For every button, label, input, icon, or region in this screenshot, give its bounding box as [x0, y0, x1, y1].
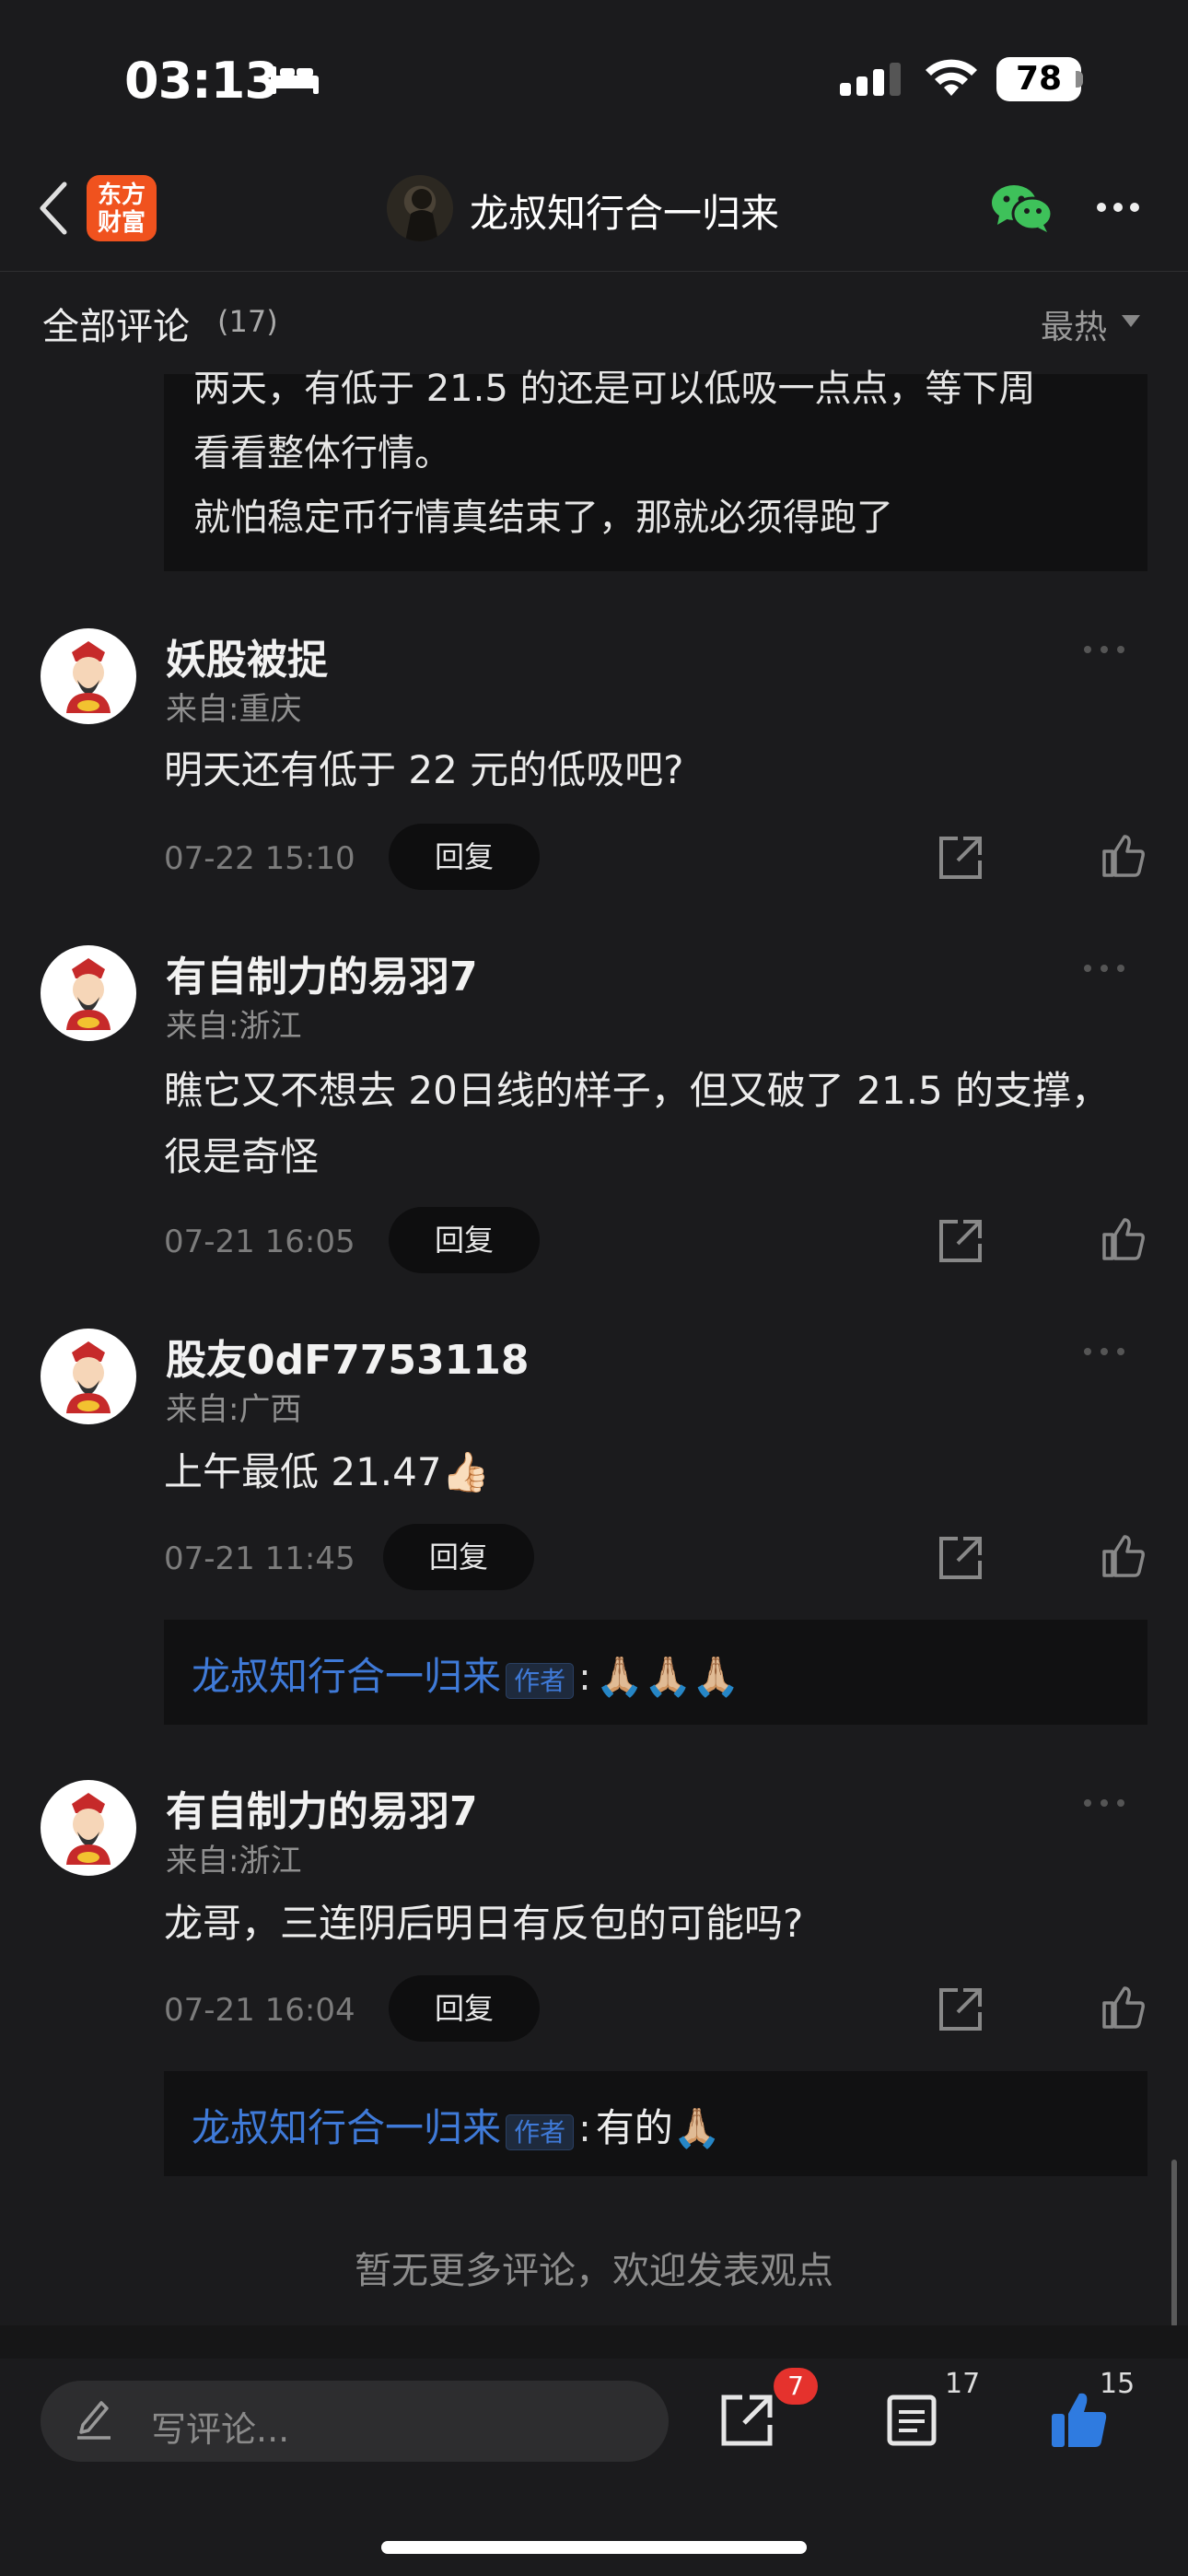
comment-time: 07-21 16:05 — [164, 1224, 355, 1260]
more-icon[interactable] — [1083, 645, 1125, 654]
like-icon[interactable] — [1101, 1216, 1147, 1262]
reply-button[interactable]: 回复 — [389, 1207, 540, 1273]
comment-username[interactable]: 有自制力的易羽7 — [166, 1778, 478, 1837]
wifi-icon — [926, 59, 977, 96]
avatar[interactable] — [41, 628, 136, 724]
comment-location: 来自:浙江 — [166, 1843, 302, 1879]
comment-time: 07-22 15:10 — [164, 840, 355, 877]
battery-tip — [1076, 71, 1083, 88]
reply-button[interactable]: 回复 — [389, 1975, 540, 2042]
silhouette-icon — [405, 189, 438, 241]
caishen-avatar-icon — [66, 1341, 111, 1413]
list-icon[interactable] — [886, 2394, 938, 2447]
avatar[interactable] — [41, 945, 136, 1041]
author-reply-box[interactable]: 龙叔知行合一归来 作者 : 🙏🏼🙏🏼🙏🏼 — [164, 1620, 1147, 1725]
comment-text: 明天还有低于 22 元的低吸吧? — [164, 747, 684, 792]
home-indicator[interactable] — [381, 2541, 807, 2554]
wechat-icon[interactable] — [990, 182, 1054, 234]
share-badge: 7 — [774, 2368, 818, 2405]
cellular-icon — [840, 63, 901, 96]
back-icon[interactable] — [37, 181, 70, 236]
comment-text: 瞧它又不想去 20日线的样子，但又破了 21.5 的支撑， — [164, 1068, 1111, 1113]
reply-author[interactable]: 龙叔知行合一归来 — [192, 2105, 501, 2150]
comment-location: 来自:广西 — [166, 1391, 302, 1428]
like-icon[interactable] — [1101, 1985, 1147, 2031]
comments-count: (17) — [217, 304, 278, 339]
comment-input[interactable] — [41, 2381, 669, 2462]
comment-time: 07-21 11:45 — [164, 1540, 355, 1577]
comment-placeholder[interactable]: 写评论... — [151, 2401, 289, 2452]
bed-icon — [271, 66, 319, 94]
battery-level: 78 — [996, 57, 1081, 101]
share-icon[interactable] — [938, 1218, 984, 1264]
author-badge: 作者 — [506, 1663, 575, 1699]
comment-username[interactable]: 股友0dF7753118 — [166, 1327, 529, 1386]
avatar[interactable] — [41, 1780, 136, 1876]
no-more-comments: 暂无更多评论，欢迎发表观点 — [355, 2250, 833, 2292]
avatar[interactable] — [41, 1329, 136, 1424]
like-icon[interactable] — [1101, 833, 1147, 879]
comment-location: 来自:浙江 — [166, 1008, 302, 1045]
comment-count: 17 — [945, 2368, 981, 2400]
more-icon[interactable] — [1083, 1798, 1125, 1808]
like-count: 15 — [1100, 2368, 1136, 2400]
share-icon[interactable] — [938, 1535, 984, 1581]
app-logo[interactable]: 东方 财富 — [87, 175, 157, 241]
reply-text: 有的🙏🏼 — [595, 2105, 722, 2150]
caishen-avatar-icon — [66, 1793, 111, 1865]
author-avatar[interactable] — [387, 175, 453, 241]
reply-colon: : — [578, 1657, 591, 1699]
like-icon[interactable] — [1101, 1533, 1147, 1579]
comment-time: 07-21 16:04 — [164, 1992, 355, 2029]
more-icon[interactable] — [1083, 1347, 1125, 1356]
caishen-avatar-icon — [66, 958, 111, 1030]
more-icon[interactable] — [1083, 964, 1125, 973]
scrollbar[interactable] — [1171, 2160, 1177, 2327]
comment-username[interactable]: 妖股被捉 — [166, 626, 328, 685]
comment-text: 很是奇怪 — [164, 1134, 320, 1179]
reply-colon: : — [578, 2108, 591, 2150]
author-badge: 作者 — [506, 2114, 575, 2150]
reply-button[interactable]: 回复 — [383, 1524, 534, 1590]
quoted-line: 看看整体行情。 — [193, 432, 451, 474]
sort-dropdown[interactable]: 最热 — [1041, 300, 1107, 348]
quoted-line: 两天，有低于 21.5 的还是可以低吸一点点，等下周 — [193, 368, 1036, 410]
comment-username[interactable]: 有自制力的易羽7 — [166, 943, 478, 1002]
reply-button[interactable]: 回复 — [389, 824, 540, 890]
quoted-line: 就怕稳定币行情真结束了，那就必须得跑了 — [193, 497, 893, 539]
nav-divider — [0, 271, 1188, 272]
comment-location: 来自:重庆 — [166, 691, 302, 728]
nav-title: 龙叔知行合一归来 — [470, 191, 780, 236]
share-icon[interactable] — [720, 2394, 774, 2447]
chevron-down-icon[interactable] — [1122, 315, 1140, 327]
comment-text: 上午最低 21.47👍🏻 — [164, 1449, 490, 1494]
reply-author[interactable]: 龙叔知行合一归来 — [192, 1654, 501, 1699]
author-reply-box[interactable]: 龙叔知行合一归来 作者 : 有的🙏🏼 — [164, 2071, 1147, 2176]
caishen-avatar-icon — [66, 641, 111, 713]
share-icon[interactable] — [938, 835, 984, 881]
bottom-divider — [0, 2325, 1188, 2359]
comment-text: 龙哥，三连阴后明日有反包的可能吗? — [164, 1901, 804, 1946]
status-time: 03:13 — [124, 52, 279, 110]
reply-text: 🙏🏼🙏🏼🙏🏼 — [595, 1654, 740, 1699]
more-icon[interactable] — [1096, 201, 1140, 214]
comments-title: 全部评论 — [42, 306, 190, 348]
logo-text: 东方 财富 — [97, 181, 146, 237]
share-icon[interactable] — [938, 1986, 984, 2032]
pen-icon — [77, 2401, 111, 2440]
